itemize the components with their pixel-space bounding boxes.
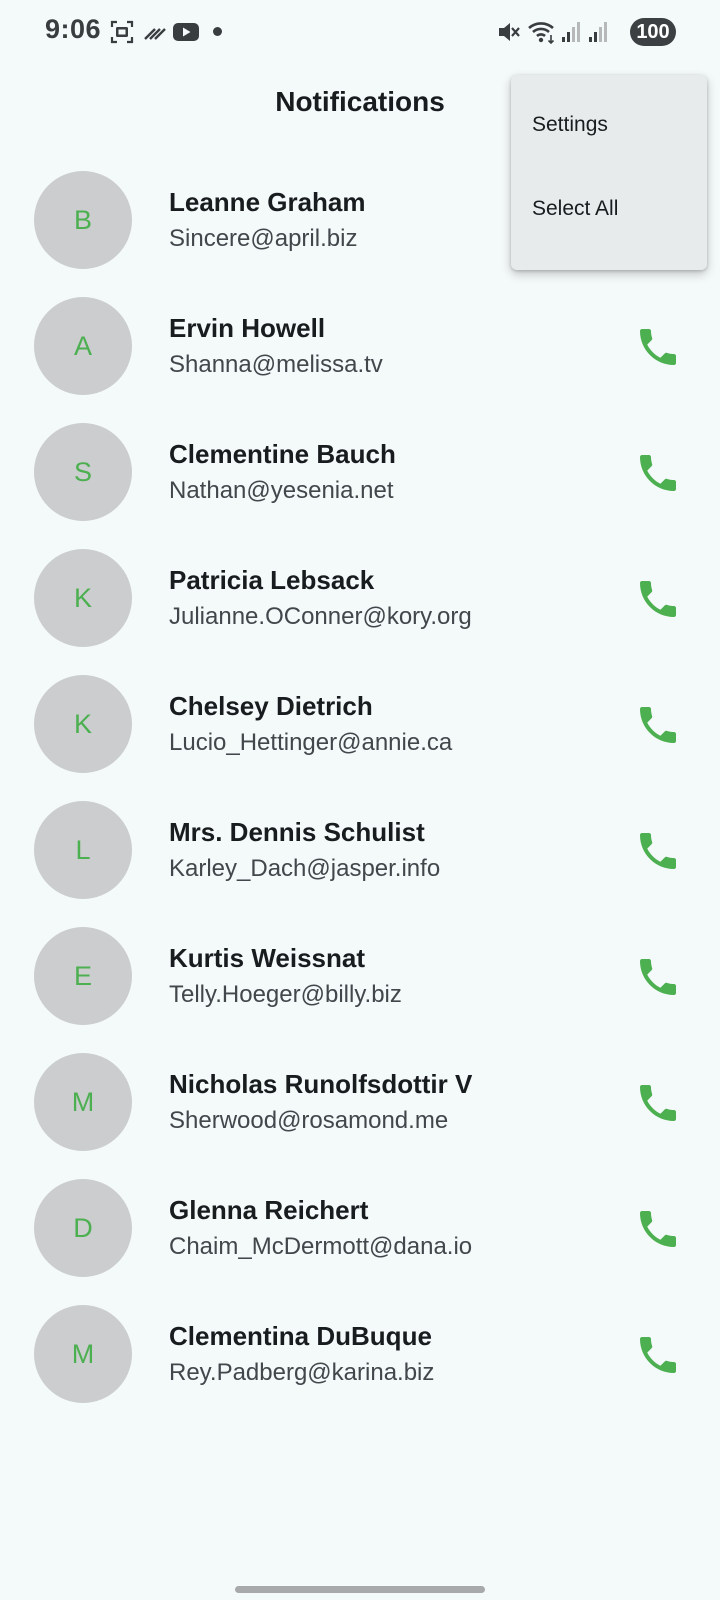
contact-name: Clementina DuBuque [169,1321,432,1351]
status-time: 9:06 [45,14,102,44]
phone-icon[interactable] [634,827,682,875]
avatar: D [34,1179,132,1277]
wifi-icon [528,22,555,45]
contact-name: Glenna Reichert [169,1195,369,1225]
list-item[interactable]: M Nicholas Runolfsdottir V Sherwood@rosa… [0,1041,720,1167]
contact-email: Chaim_McDermott@dana.io [169,1233,473,1260]
phone-icon[interactable] [634,1079,682,1127]
phone-icon[interactable] [634,953,682,1001]
menu-item-settings[interactable]: Settings [511,83,707,167]
contact-email: Shanna@melissa.tv [169,351,383,378]
contact-email: Karley_Dach@jasper.info [169,855,441,882]
avatar: S [34,423,132,521]
tool-icon [144,28,166,40]
contact-email: Nathan@yesenia.net [169,477,394,504]
phone-icon[interactable] [634,1205,682,1253]
list-item[interactable]: A Ervin Howell Shanna@melissa.tv [0,285,720,411]
contact-email: Sincere@april.biz [169,225,358,252]
mute-icon [499,23,520,41]
list-item[interactable]: K Chelsey Dietrich Lucio_Hettinger@annie… [0,663,720,789]
contact-email: Sherwood@rosamond.me [169,1107,449,1134]
contact-email: Julianne.OConner@kory.org [169,603,472,630]
overflow-menu: Settings Select All [511,75,707,270]
contact-name: Nicholas Runolfsdottir V [169,1069,473,1099]
list-item[interactable]: L Mrs. Dennis Schulist Karley_Dach@jaspe… [0,789,720,915]
avatar: B [34,171,132,269]
phone-icon[interactable] [634,575,682,623]
avatar: A [34,297,132,395]
menu-item-select-all[interactable]: Select All [511,167,707,251]
phone-icon[interactable] [634,449,682,497]
contact-email: Rey.Padberg@karina.biz [169,1359,435,1386]
avatar: L [34,801,132,899]
contact-name: Ervin Howell [169,313,326,343]
contact-name: Kurtis Weissnat [169,943,366,973]
gesture-nav-bar[interactable] [235,1586,485,1593]
list-item[interactable]: D Glenna Reichert Chaim_McDermott@dana.i… [0,1167,720,1293]
status-bar: 9:06 100 [0,0,720,64]
contact-list: B Leanne Graham Sincere@april.biz A Ervi… [0,159,720,1419]
youtube-icon [173,23,199,41]
avatar: M [34,1305,132,1403]
contact-name: Leanne Graham [169,187,366,217]
list-item[interactable]: K Patricia Lebsack Julianne.OConner@kory… [0,537,720,663]
contact-name: Mrs. Dennis Schulist [169,817,425,847]
signal-icon [589,22,607,42]
signal-icon [562,22,580,42]
avatar: K [34,549,132,647]
avatar: E [34,927,132,1025]
phone-icon[interactable] [634,701,682,749]
phone-icon[interactable] [634,323,682,371]
avatar: M [34,1053,132,1151]
contact-name: Patricia Lebsack [169,565,375,595]
phone-icon[interactable] [634,1331,682,1379]
contact-name: Clementine Bauch [169,439,396,469]
list-item[interactable]: E Kurtis Weissnat Telly.Hoeger@billy.biz [0,915,720,1041]
battery-icon: 100 [630,18,676,46]
list-item[interactable]: S Clementine Bauch Nathan@yesenia.net [0,411,720,537]
contact-email: Telly.Hoeger@billy.biz [169,981,402,1008]
screenshot-icon [110,20,134,44]
contact-name: Chelsey Dietrich [169,691,373,721]
contact-email: Lucio_Hettinger@annie.ca [169,729,453,756]
avatar: K [34,675,132,773]
list-item[interactable]: M Clementina DuBuque Rey.Padberg@karina.… [0,1293,720,1419]
notification-dot-icon [213,27,222,36]
